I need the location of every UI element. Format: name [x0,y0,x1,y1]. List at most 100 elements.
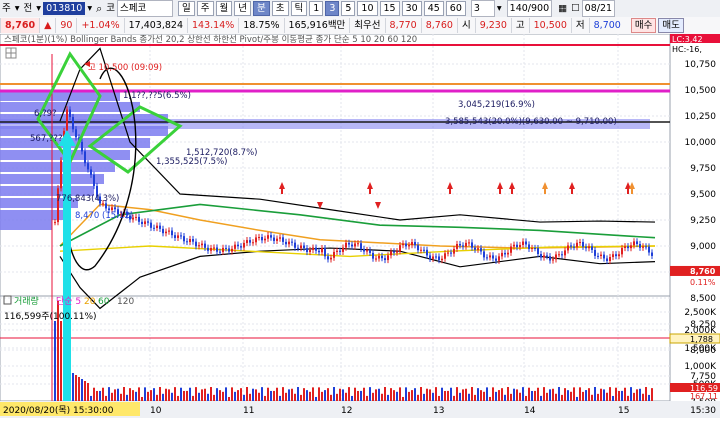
tab-week[interactable]: 주 [196,1,214,16]
candle-body [309,249,311,253]
volume-bar [516,389,518,401]
minute-5[interactable]: 5 [341,1,356,16]
tab-month[interactable]: 월 [215,1,233,16]
volume-bar [288,389,290,401]
candle-body [384,258,386,261]
candle-body [567,245,569,251]
volume-bar [165,388,167,401]
volume-bar [357,390,359,401]
candle-body [438,256,440,261]
candle-body [600,254,602,257]
tab-second[interactable]: 초 [271,1,289,16]
candle-body [375,258,377,260]
candle-body [603,254,605,259]
buy-signal-arrow-stem [281,189,283,194]
volume-bar [270,390,272,401]
volume-bar [471,387,473,401]
candle-body [138,216,140,222]
minute-10[interactable]: 10 [357,1,378,16]
candle-body [201,243,203,246]
volume-bar [570,391,572,401]
volume-bar [210,387,212,401]
tab-minute[interactable]: 분 [253,1,270,16]
volume-bar [561,394,563,401]
buy-signal-arrow-stem [631,189,633,194]
candle-body [267,235,269,239]
volume-bar [159,387,161,401]
candle-body [156,225,158,228]
volume-bar [234,391,236,401]
volume-bar [369,387,371,401]
minute-45[interactable]: 45 [423,1,444,16]
volume-bar [486,387,488,401]
candle-body [426,249,428,256]
time-axis-label: 11 [243,406,254,416]
candle-body [579,241,581,243]
minute-1[interactable]: 1 [309,1,324,16]
tab-tick[interactable]: 틱 [290,1,308,16]
volume-bar [405,387,407,401]
minute-3[interactable]: 3 [325,1,340,16]
price-axis-label: 10,750 [685,60,717,70]
candle-body [240,246,242,248]
candle-body [306,248,308,253]
volume-profile-bar [0,162,115,172]
candle-body [585,246,587,249]
volume-bar [291,388,293,401]
volume-bar [375,389,377,401]
candle-body [360,243,362,249]
settings-icon[interactable]: ▦ [556,1,569,16]
volume-bar [258,392,260,401]
candle-body [111,207,113,211]
volume-bar [111,392,113,401]
volume-bar [102,387,104,401]
volume-profile-bar [0,220,52,230]
volume-bar [237,390,239,401]
volume-bar [501,388,503,401]
candle-body [354,243,356,247]
tab-year[interactable]: 년 [234,1,252,16]
volume-bar [363,387,365,401]
count-input[interactable]: 3 [470,0,495,17]
volume-bar [255,389,257,401]
candle-body [435,256,437,258]
volume-bar [204,388,206,401]
volume-bar [549,389,551,401]
candle-body [219,251,221,253]
chevron-down-icon[interactable]: ▾ [34,1,43,16]
range-input[interactable]: 140/900 [506,0,553,17]
candle-body [321,248,323,253]
buy-button[interactable]: 매수 [630,18,657,33]
minute-30[interactable]: 30 [401,1,422,16]
candle-body [561,254,563,256]
volume-bar [276,387,278,401]
search-icon[interactable]: ⌕ [94,1,104,16]
sell-button[interactable]: 매도 [658,18,684,33]
minute-60[interactable]: 60 [445,1,466,16]
candle-body [213,247,215,249]
date-input[interactable]: 08/21 [581,0,616,17]
type-selector[interactable]: 주 [0,1,13,16]
candle-body [642,246,644,248]
minute-15[interactable]: 15 [379,1,400,16]
date-checkbox[interactable]: ☐ [569,1,582,16]
chevron-down-icon[interactable]: ▾ [13,1,22,16]
candle-body [522,241,524,246]
chevron-down-icon[interactable]: ▾ [495,1,504,16]
volume-bar [183,390,185,401]
volume-bar [507,387,509,401]
candle-body [324,248,326,257]
tab-day[interactable]: 일 [178,1,195,16]
candle-body [216,247,218,252]
volume-bar [201,389,203,401]
candle-body [594,249,596,256]
volume-legend-title: 거래량 [14,295,39,307]
stock-code-input[interactable]: 013810 [43,2,86,15]
candle-body [528,244,530,249]
volume-bar [222,391,224,401]
candle-body [606,258,608,262]
range-selector[interactable]: 전 [22,1,35,16]
chart-area[interactable]: 10,750 10,500 10,250 10,000 9,750 9,500 9,250 9… [0,33,720,418]
candle-body [648,246,650,253]
search-icon[interactable]: ▾ [85,1,94,16]
